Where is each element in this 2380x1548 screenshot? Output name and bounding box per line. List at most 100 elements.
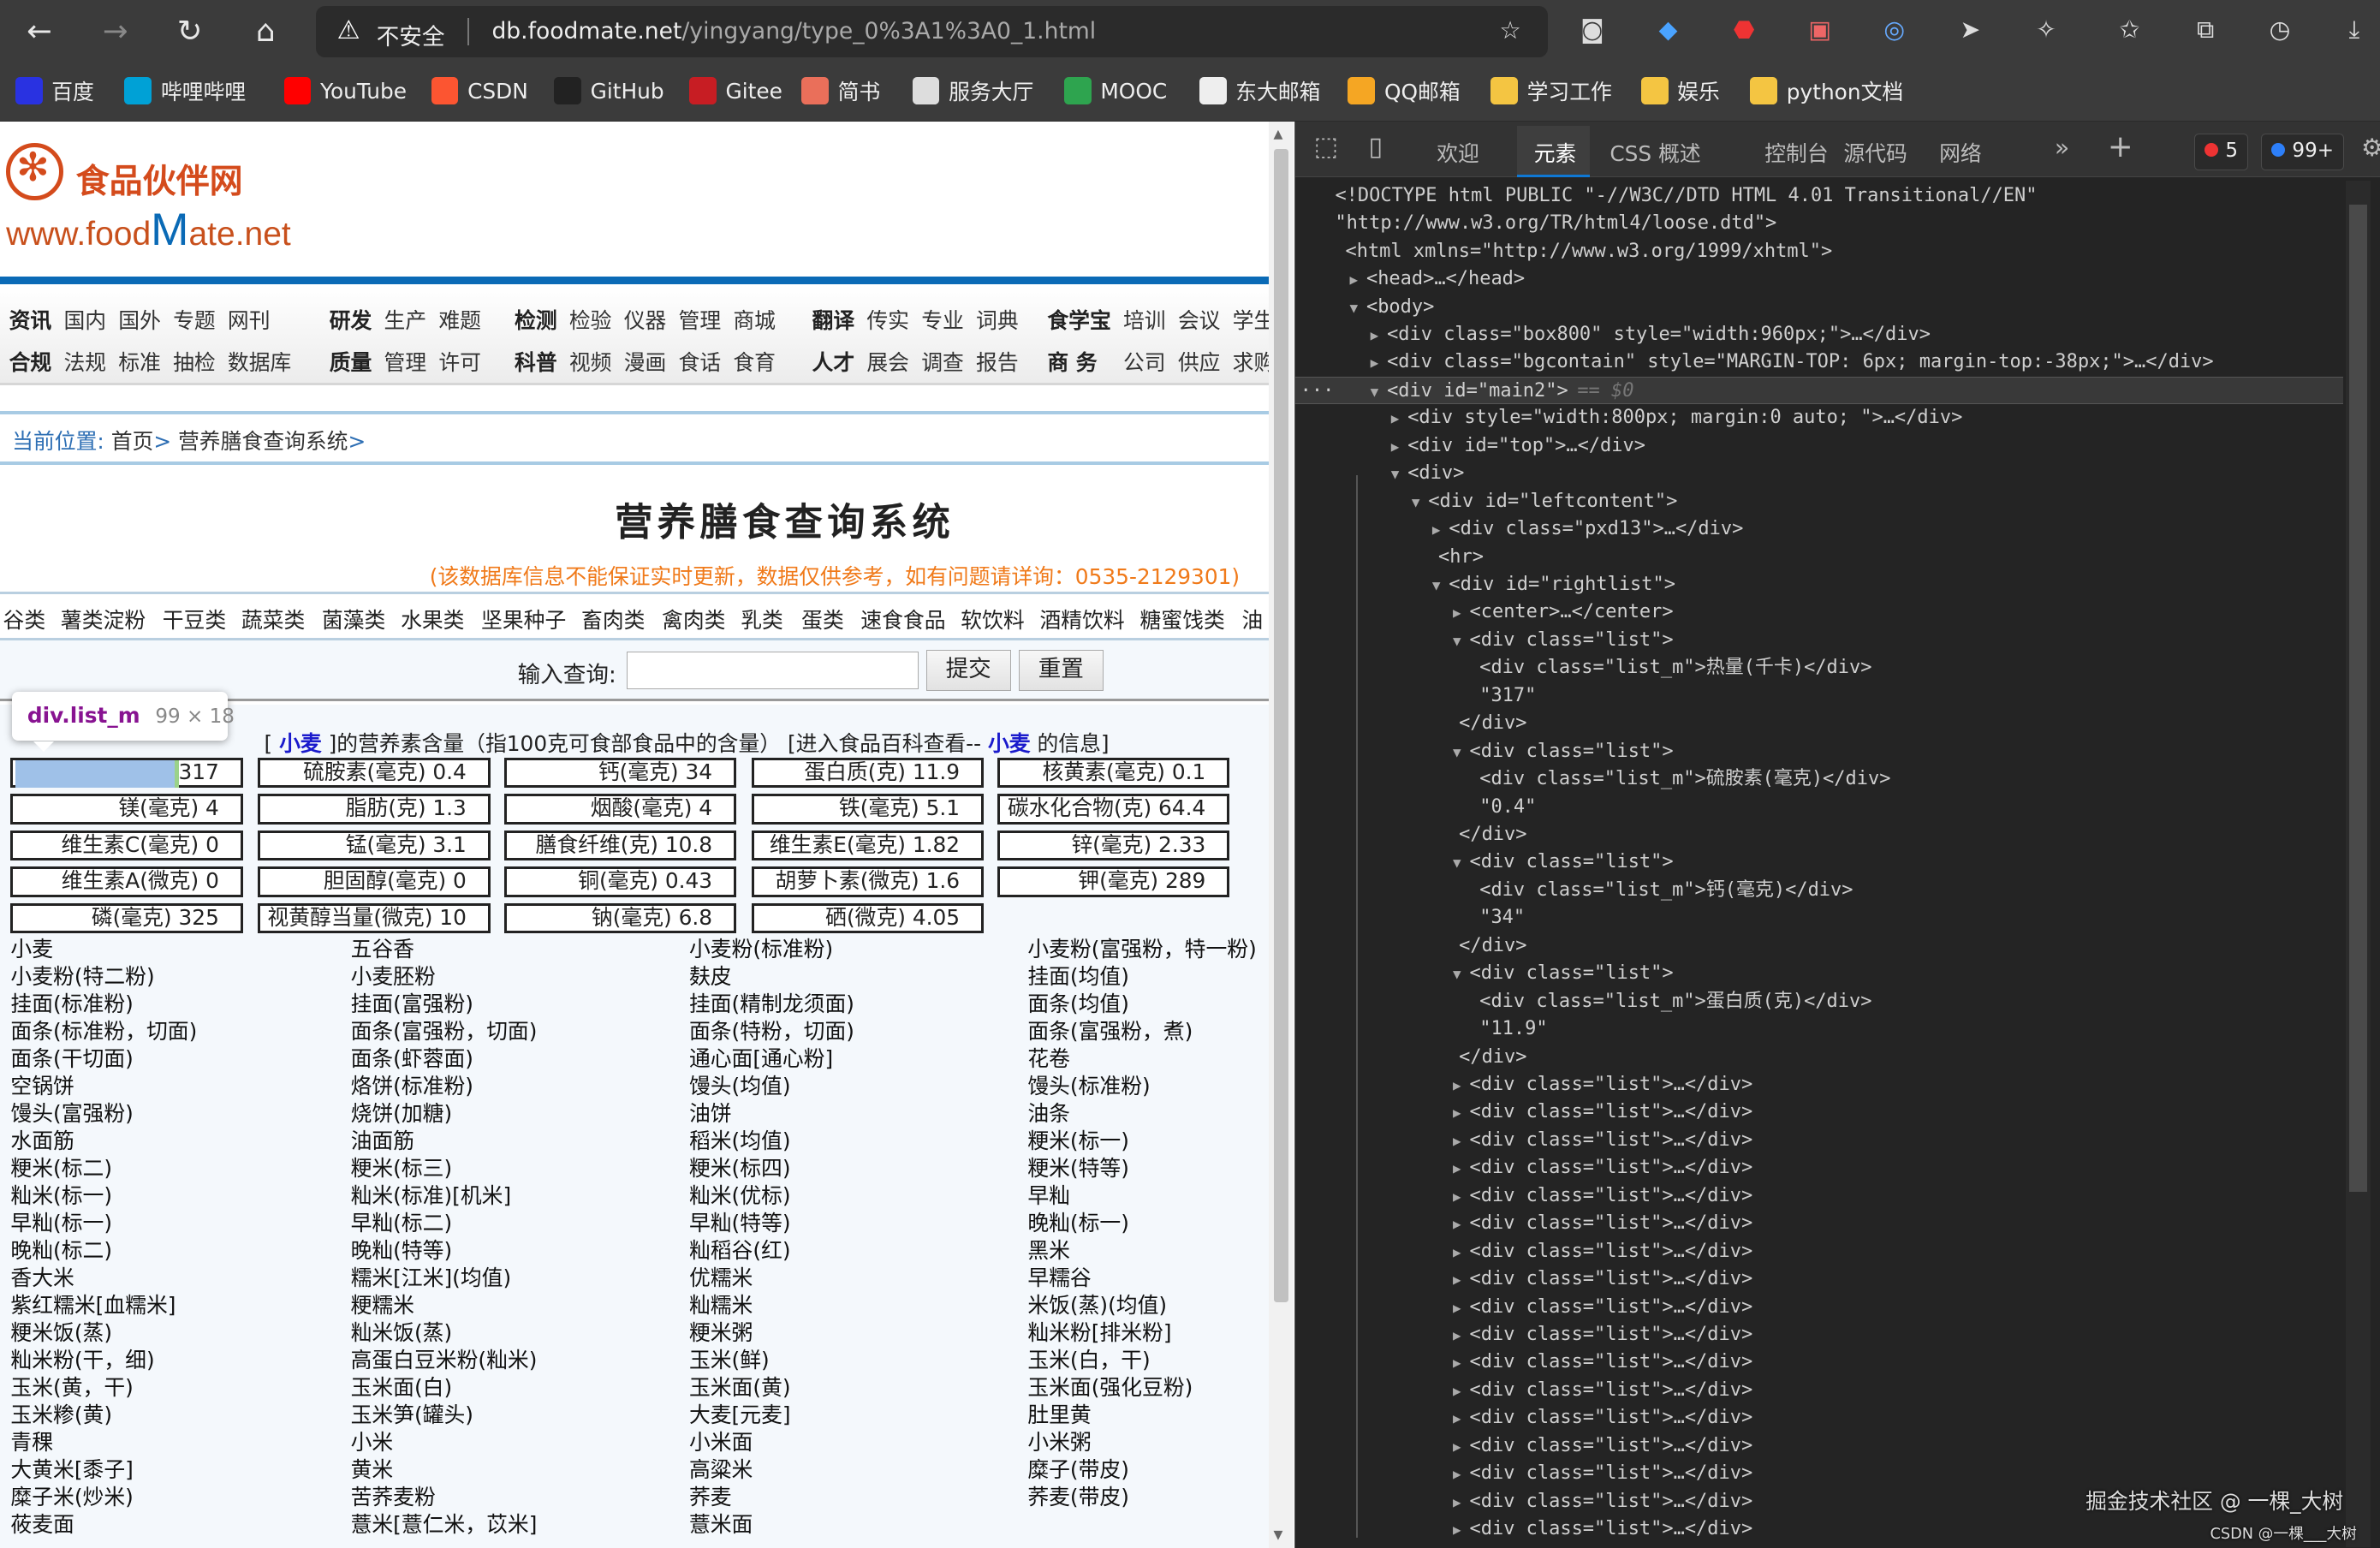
dom-node-line[interactable]: <html xmlns="http://www.w3.org/1999/xhtm… (1295, 238, 2342, 265)
add-favorite-icon[interactable]: ☆ (1494, 16, 1527, 45)
collapsed-arrow-icon[interactable]: ▶ (1432, 516, 1449, 544)
collapsed-arrow-icon[interactable]: ▶ (1453, 1239, 1470, 1266)
home-button[interactable]: ⌂ (246, 12, 285, 51)
extension-icon[interactable]: ◙ (1575, 15, 1609, 44)
dom-node-line[interactable]: ▼ <div> (1295, 460, 2342, 487)
scroll-down-icon[interactable]: ▼ (1274, 1528, 1283, 1542)
food-link[interactable]: 优糯米 (689, 1265, 753, 1291)
nav-link[interactable]: 漫画 (624, 346, 667, 377)
bookmark-4[interactable]: CSDN (431, 76, 528, 106)
food-link[interactable]: 粳米(标四) (689, 1156, 791, 1182)
nav-group-3[interactable]: 检测 (515, 304, 557, 335)
food-link[interactable]: 小麦粉(富强粉，特一粉) (1027, 937, 1257, 962)
nav-group-5[interactable]: 商 务 (1047, 346, 1097, 377)
dom-node-line[interactable]: </div> (1295, 821, 2342, 848)
adblock-icon[interactable]: ⬣ (1728, 15, 1761, 44)
bookmark-11[interactable]: QQ邮箱 (1348, 76, 1461, 106)
food-link[interactable]: 挂面(精制龙须面) (689, 991, 854, 1017)
collapsed-arrow-icon[interactable]: ▶ (1391, 405, 1408, 432)
scroll-up-icon[interactable]: ▲ (1274, 128, 1283, 141)
food-link[interactable]: 玉米(白，干) (1027, 1348, 1150, 1373)
food-link[interactable]: 水面筋 (10, 1128, 74, 1154)
food-link[interactable]: 玉米面(强化豆粉) (1027, 1375, 1193, 1401)
nav-link[interactable]: 数据库 (228, 346, 291, 377)
reset-button[interactable]: 重置 (1018, 649, 1104, 691)
food-link[interactable]: 小麦粉(特二粉) (10, 964, 154, 990)
tab-network[interactable]: 网络 (1939, 137, 1982, 168)
nav-link[interactable]: 商城 (733, 304, 776, 335)
messages-badge[interactable]: 99+ (2260, 134, 2344, 170)
dom-node-line[interactable]: ▶ <div class="list">…</div> (1295, 1515, 2342, 1543)
dom-node-line[interactable]: ▶ <div class="box800" style="width:960px;… (1295, 321, 2342, 348)
expanded-arrow-icon[interactable]: ▼ (1453, 961, 1470, 988)
nav-link[interactable]: 学生 (1233, 304, 1270, 335)
food-link[interactable]: 籼米粉(干，细) (10, 1348, 154, 1373)
security-label[interactable]: 不安全 (377, 18, 445, 51)
dom-node-line[interactable]: ▶ <head>…</head> (1295, 265, 2342, 293)
dom-node-line[interactable]: <div class="list_m">热量(千卡)</div> (1295, 654, 2342, 682)
nav-link[interactable]: 调查 (921, 346, 964, 377)
food-link[interactable]: 莜麦面 (10, 1512, 74, 1538)
dom-node-line[interactable]: ▶ <div class="list">…</div> (1295, 1404, 2342, 1432)
nav-group-3[interactable]: 科普 (515, 346, 557, 377)
food-link[interactable]: 小麦粉(标准粉) (689, 937, 833, 962)
bookmark-12[interactable]: 学习工作 (1490, 76, 1612, 106)
nav-link[interactable]: 法规 (63, 346, 106, 377)
tab-console[interactable]: 控制台 (1764, 137, 1828, 168)
extensions-puzzle-icon[interactable]: ✧ (2030, 15, 2063, 44)
food-link[interactable]: 油面筋 (351, 1128, 414, 1154)
category-link[interactable]: 油 (1241, 604, 1263, 634)
collapsed-arrow-icon[interactable]: ▶ (1453, 1072, 1470, 1099)
food-link[interactable]: 小麦胚粉 (351, 964, 436, 990)
food-name-link[interactable]: 小麦 (279, 731, 322, 756)
expanded-arrow-icon[interactable]: ▼ (1453, 628, 1470, 655)
dom-node-line[interactable]: ▶ <div style="width:800px; margin:0 auto;… (1295, 404, 2342, 432)
errors-badge[interactable]: 5 (2193, 134, 2248, 170)
dom-node-line[interactable]: "0.4" (1295, 794, 2342, 821)
food-link[interactable]: 高粱米 (689, 1457, 753, 1483)
inspect-element-icon[interactable]: ⬚ (1314, 132, 1338, 162)
reload-button[interactable]: ↻ (170, 12, 210, 51)
collapsed-arrow-icon[interactable]: ▶ (1453, 1211, 1470, 1238)
nav-link-bold[interactable]: 合规 (9, 350, 52, 375)
nav-link[interactable]: 仪器 (624, 304, 667, 335)
extension-icon[interactable]: ➤ (1954, 15, 1987, 44)
search-input[interactable] (627, 651, 919, 689)
food-link[interactable]: 米饭(蒸)(均值) (1027, 1293, 1167, 1319)
food-link[interactable]: 面条(特粉，切面) (689, 1019, 854, 1045)
extension-icon[interactable]: ▣ (1803, 15, 1836, 44)
address-bar[interactable]: ⚠ 不安全 db.foodmate.net/yingyang/type_0%3A… (315, 6, 1549, 58)
dom-node-line[interactable]: "11.9" (1295, 1015, 2342, 1043)
food-link[interactable]: 面条(干切面) (10, 1046, 133, 1072)
food-link[interactable]: 早籼(特等) (689, 1211, 791, 1236)
settings-gear-icon[interactable]: ⚙ (2361, 134, 2380, 162)
submit-button[interactable]: 提交 (925, 649, 1011, 691)
food-link[interactable]: 挂面(标准粉) (10, 991, 133, 1017)
food-link[interactable]: 挂面(均值) (1027, 964, 1129, 990)
collapsed-arrow-icon[interactable]: ▶ (1453, 1349, 1470, 1377)
expanded-arrow-icon[interactable]: ▼ (1432, 572, 1449, 599)
expanded-arrow-icon[interactable]: ▼ (1371, 378, 1388, 406)
food-link[interactable]: 小米面 (689, 1430, 753, 1456)
food-link[interactable]: 稻米(均值) (689, 1128, 791, 1154)
dom-node-line[interactable]: ▶ <center>…</center> (1295, 598, 2342, 626)
food-link[interactable]: 青稞 (10, 1430, 53, 1456)
food-link[interactable]: 馒头(标准粉) (1027, 1074, 1150, 1099)
nav-link-bold[interactable]: 资讯 (9, 308, 52, 333)
nav-group-4[interactable]: 翻译 (812, 304, 855, 335)
category-link[interactable]: 坚果种子 (481, 604, 566, 634)
category-link[interactable]: 菌藻类 (322, 604, 385, 634)
nav-link[interactable]: 求购 (1233, 346, 1270, 377)
food-link[interactable]: 糜子米(炒米) (10, 1485, 133, 1510)
food-link[interactable]: 粳糯米 (351, 1293, 414, 1319)
dom-node-line[interactable]: ▼ <div id="main2"> ··· == $0 (1295, 376, 2343, 406)
food-link[interactable]: 空锅饼 (10, 1074, 74, 1099)
dom-node-line[interactable]: ▼ <div id="leftcontent"> (1295, 488, 2342, 515)
bookmark-13[interactable]: 娱乐 (1640, 76, 1720, 106)
devtools-scrollbar[interactable] (2346, 180, 2371, 1547)
dom-node-line[interactable]: <div class="list_m">蛋白质(克)</div> (1295, 988, 2342, 1015)
dom-node-line[interactable]: </div> (1295, 932, 2342, 960)
url-text[interactable]: db.foodmate.net/yingyang/type_0%3A1%3A0_… (491, 18, 1096, 45)
dom-node-line[interactable]: <hr> (1295, 544, 2342, 571)
collapsed-arrow-icon[interactable]: ▶ (1453, 1295, 1470, 1322)
